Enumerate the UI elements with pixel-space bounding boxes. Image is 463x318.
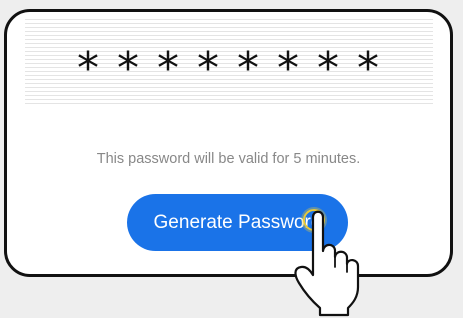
password-display: * * * * * * * * <box>25 19 433 105</box>
masked-password: * * * * * * * * <box>77 43 381 94</box>
password-card: * * * * * * * * This password will be va… <box>4 9 453 277</box>
pointing-hand-icon <box>294 210 360 317</box>
validity-message: This password will be valid for 5 minute… <box>96 151 361 167</box>
